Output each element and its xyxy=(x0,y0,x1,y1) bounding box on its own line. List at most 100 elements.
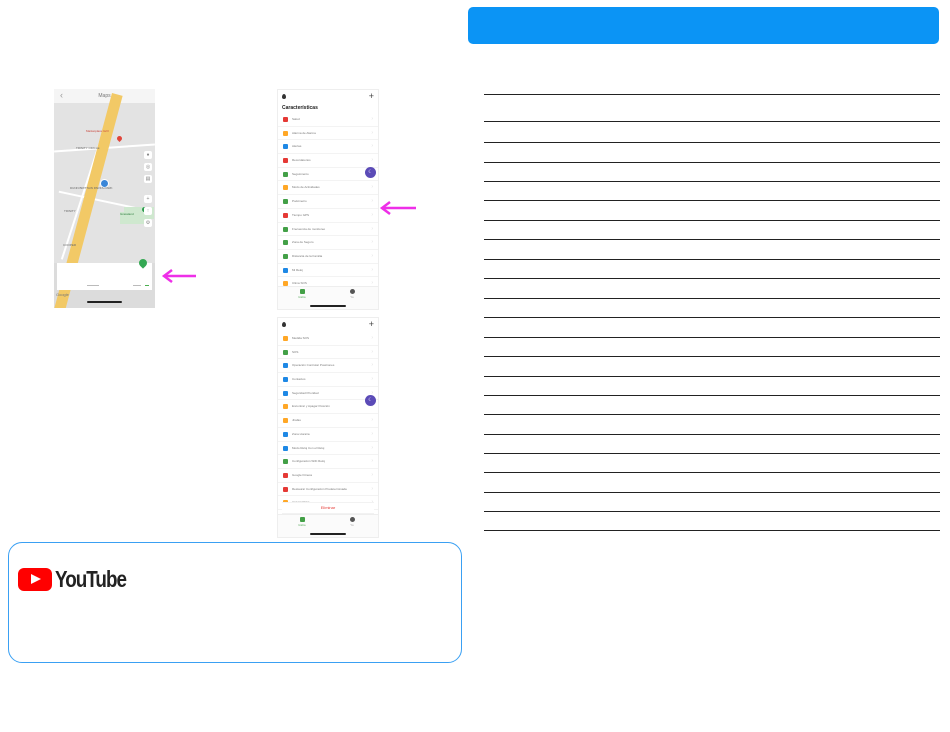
globe-icon xyxy=(283,267,288,273)
chevron-right-icon: › xyxy=(371,335,373,341)
rule-line xyxy=(484,94,940,95)
list-item-label: Tiempo GPS xyxy=(292,212,310,217)
list-item-label: Mi Reloj xyxy=(292,267,303,272)
plus-icon[interactable]: + xyxy=(369,319,374,329)
bell-icon xyxy=(283,158,288,164)
list-item-label: Clima SOS xyxy=(292,281,307,286)
chevron-right-icon: › xyxy=(371,252,373,259)
bottom-sheet xyxy=(57,257,152,290)
list-item[interactable]: Restaurar Configuración Predeterminada › xyxy=(278,483,378,497)
shield-check-icon xyxy=(283,240,288,246)
tab-home[interactable]: Inicio xyxy=(292,289,312,299)
list-item[interactable]: Modo Reloj Con el Reloj › xyxy=(278,442,378,456)
person-icon[interactable]: ● xyxy=(144,151,152,159)
blue-header-bar xyxy=(468,7,939,44)
list-item[interactable]: Salud › xyxy=(278,113,378,127)
rule-line xyxy=(484,492,940,493)
list-item-label: Medida SOS xyxy=(292,336,310,340)
list-item-label: Jirafas xyxy=(292,418,301,423)
layers-icon[interactable]: ▤ xyxy=(144,175,152,183)
monitor-icon xyxy=(283,226,288,232)
tab-label: Yo xyxy=(350,295,354,299)
map-pin-icon[interactable] xyxy=(115,134,124,143)
list-item[interactable]: Configuración WiFi Reloj › xyxy=(278,455,378,469)
map-view[interactable]: Marketplace Grill TRINITY CIRCLE DUNN BR… xyxy=(54,93,155,308)
rule-line xyxy=(484,414,940,415)
chevron-left-icon[interactable]: ‹ xyxy=(60,90,63,100)
list-item[interactable]: Mi Reloj › xyxy=(278,264,378,278)
list-item[interactable]: Alertas › xyxy=(278,140,378,155)
list-item[interactable]: Operación Controlar Posiciones › xyxy=(278,359,378,374)
list-item[interactable]: Zona Horaria › xyxy=(278,428,378,442)
rule-line xyxy=(484,200,940,201)
list-item[interactable]: Recordatorios › xyxy=(278,154,378,168)
rule-line xyxy=(484,472,940,473)
tab-me[interactable]: Yo xyxy=(342,289,362,299)
list-item[interactable]: Encontrar y Apagar Posición › xyxy=(278,400,378,415)
chevron-right-icon: › xyxy=(371,225,373,232)
compass-icon[interactable]: ↑ xyxy=(144,207,152,215)
sun-icon xyxy=(283,336,288,341)
youtube-logo[interactable]: YouTube xyxy=(18,566,142,593)
list-item-label: Encontrar y Apagar Posición xyxy=(292,404,330,409)
list-item-label: Salud xyxy=(292,117,300,121)
plus-icon[interactable]: + xyxy=(369,91,374,101)
list-item[interactable]: Seguimiento› xyxy=(278,168,378,182)
list-item[interactable]: Tiempo GPS › xyxy=(278,209,378,223)
list-item[interactable]: Podómetro › xyxy=(278,195,378,209)
steps-icon xyxy=(283,199,288,205)
list-item[interactable]: Zona de Seguro › xyxy=(278,236,378,250)
tab-me[interactable]: Yo xyxy=(342,517,362,527)
tab-home[interactable]: Inicio xyxy=(292,517,312,527)
list-item[interactable]: Alarma de Alarma › xyxy=(278,127,378,141)
list-item[interactable]: Modo de Actividades › xyxy=(278,181,378,196)
google-icon xyxy=(283,472,288,478)
chevron-right-icon: › xyxy=(371,430,373,437)
home-icon xyxy=(299,517,305,522)
chevron-right-icon: › xyxy=(371,362,373,369)
list-item-label: Contactos xyxy=(292,377,306,382)
list-item[interactable]: Jirafas › xyxy=(278,414,378,428)
chevron-right-icon: › xyxy=(371,485,373,492)
chevron-right-icon: › xyxy=(371,157,373,164)
google-logo: Google xyxy=(56,292,69,297)
rule-line xyxy=(484,395,940,396)
chevron-right-icon: › xyxy=(371,471,373,478)
list-item[interactable]: Distancia de la Familia › xyxy=(278,250,378,264)
lock-icon xyxy=(283,390,288,396)
list-item-label: Operación Controlar Posiciones xyxy=(292,363,335,368)
section-title: Características xyxy=(282,105,318,111)
zoom-icon[interactable]: + xyxy=(144,195,152,203)
list-item[interactable]: Frecuencia de monitoreo › xyxy=(278,223,378,237)
watch-icon xyxy=(283,445,288,451)
person-icon xyxy=(349,517,355,522)
list-item-label: SOS xyxy=(292,349,299,354)
rule-line xyxy=(484,121,940,122)
list-item-label: Recordatorios xyxy=(292,158,311,163)
rule-line xyxy=(484,530,940,531)
list-item[interactable]: SOS › xyxy=(278,346,378,360)
list-item[interactable]: Google Fitness › xyxy=(278,469,378,483)
tab-label: Inicio xyxy=(298,295,306,299)
list-item[interactable]: Seguridad Prioridad › xyxy=(278,387,378,401)
location-icon[interactable]: ◎ xyxy=(144,163,152,171)
family-icon xyxy=(283,253,288,259)
activity-icon xyxy=(283,185,288,191)
list-item-label: Podómetro xyxy=(292,199,307,204)
map-header: ‹ Maps xyxy=(54,89,155,103)
delete-button[interactable]: Eliminar xyxy=(282,502,374,514)
settings-icon[interactable]: ⚙ xyxy=(144,219,152,227)
moon-icon[interactable]: ☾ xyxy=(365,167,376,178)
rule-line xyxy=(484,453,940,454)
list-item-label: Restaurar Configuración Predeterminada xyxy=(292,486,347,491)
list-item[interactable]: Medida SOS › xyxy=(278,332,378,346)
list-item-label: Zona de Seguro xyxy=(292,240,314,245)
drop-icon xyxy=(282,322,286,327)
list-item-label: Alertas xyxy=(292,144,302,149)
chevron-right-icon: › xyxy=(371,458,373,465)
list-item[interactable]: Contactos › xyxy=(278,373,378,387)
map-title: Maps xyxy=(98,93,111,99)
rule-line xyxy=(484,239,940,240)
map-label: Marketplace Grill xyxy=(86,129,109,133)
moon-icon[interactable]: ☾ xyxy=(365,395,376,406)
